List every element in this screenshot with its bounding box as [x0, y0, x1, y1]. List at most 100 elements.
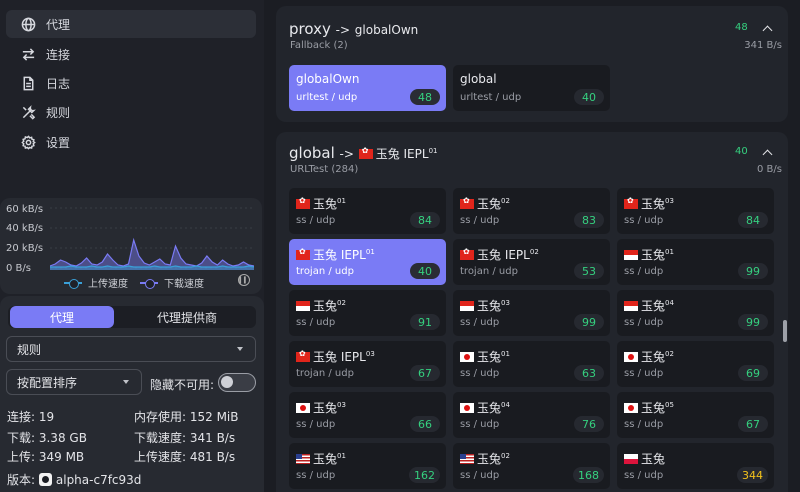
group-title[interactable]: proxy -> globalOwn	[289, 20, 418, 38]
group-speed: 0 B/s	[757, 164, 782, 175]
proxy-name-text: 玉兔	[477, 452, 502, 466]
proxy-name-sup: 01	[337, 452, 346, 460]
proxy-name: 玉兔	[624, 450, 665, 467]
proxy-card[interactable]: 玉兔03 ss / udp 66	[289, 392, 446, 438]
pause-icon[interactable]: ▍▍	[238, 274, 250, 286]
latency-badge[interactable]: 63	[574, 365, 604, 381]
latency-badge[interactable]: 99	[738, 263, 768, 279]
traffic-plot	[50, 207, 254, 270]
hide-unavailable-toggle[interactable]	[218, 373, 256, 392]
hide-unavailable-label: 隐藏不可用:	[150, 378, 215, 392]
jp-flag-icon	[460, 403, 474, 413]
mode-select[interactable]: 规则	[6, 336, 256, 362]
proxy-card[interactable]: 玉兔04 ss / udp 99	[617, 290, 774, 336]
latency-badge[interactable]: 84	[410, 212, 440, 228]
nav-item-settings[interactable]: 设置	[6, 128, 256, 156]
y-tick-label: 60 kB/s	[6, 204, 44, 215]
latency-badge[interactable]: 69	[738, 365, 768, 381]
proxy-name-sup: 02	[337, 299, 346, 307]
latency-badge[interactable]: 53	[574, 263, 604, 279]
nav-label: 代理	[46, 17, 71, 32]
stat-download-speed: 下载速度: 341 B/s	[134, 431, 236, 445]
latency-badge[interactable]: 76	[574, 416, 604, 432]
tab-provider[interactable]: 代理提供商	[120, 306, 254, 328]
latency-badge[interactable]: 84	[738, 212, 768, 228]
nav-label: 连接	[46, 47, 71, 62]
proxy-card[interactable]: global urltest / udp 40	[453, 65, 610, 111]
nav-item-rules[interactable]: 规则	[6, 98, 256, 126]
chevron-up-icon[interactable]	[762, 25, 773, 36]
proxy-card[interactable]: 玉兔05 ss / udp 67	[617, 392, 774, 438]
proxy-card[interactable]: 玉兔03 ss / udp 84	[617, 188, 774, 234]
group-title[interactable]: global -> 玉兔 IEPL01	[289, 144, 437, 162]
latency-badge[interactable]: 40	[410, 263, 440, 279]
nav-item-proxy[interactable]: 代理	[6, 10, 256, 38]
proxy-card[interactable]: 玉兔01 ss / udp 63	[453, 341, 610, 387]
latency-badge[interactable]: 67	[738, 416, 768, 432]
arrows-swap-icon	[20, 46, 36, 62]
legend-upload[interactable]: 上传速度	[64, 275, 128, 290]
proxy-name-text: 玉兔	[477, 197, 502, 211]
group-arrow: ->	[339, 147, 354, 161]
proxy-card[interactable]: 玉兔02 ss / udp 69	[617, 341, 774, 387]
proxy-type: ss / udp	[296, 317, 336, 328]
proxy-card[interactable]: 玉兔02 ss / udp 168	[453, 443, 610, 489]
latency-badge[interactable]: 66	[410, 416, 440, 432]
legend-download[interactable]: 下载速度	[140, 275, 204, 290]
latency-badge[interactable]: 99	[574, 314, 604, 330]
group-name: proxy	[289, 20, 331, 38]
proxy-name-sup: 03	[665, 197, 674, 205]
group-latency[interactable]: 40	[735, 146, 748, 157]
version-value[interactable]: alpha-c7fc93d	[56, 473, 142, 487]
chevron-up-icon[interactable]	[762, 149, 773, 160]
nav-label: 规则	[46, 105, 71, 120]
nav-item-connections[interactable]: 连接	[6, 40, 256, 68]
proxy-name: 玉兔03	[624, 195, 674, 212]
latency-badge[interactable]: 67	[410, 365, 440, 381]
chevron-down-icon	[123, 380, 129, 384]
group-latency[interactable]: 48	[735, 22, 748, 33]
stat-upload-total: 上传: 349 MB	[7, 450, 85, 464]
sort-select[interactable]: 按配置排序	[6, 369, 142, 395]
proxy-card[interactable]: globalOwn urltest / udp 48	[289, 65, 446, 111]
proxy-card[interactable]: 玉兔01 ss / udp 99	[617, 239, 774, 285]
proxy-card[interactable]: 玉兔03 ss / udp 99	[453, 290, 610, 336]
group-subtitle: Fallback (2)	[290, 40, 348, 51]
proxy-card[interactable]: 玉兔 IEPL02 trojan / udp 53	[453, 239, 610, 285]
latency-badge[interactable]: 40	[574, 89, 604, 105]
proxy-name: 玉兔01	[296, 195, 346, 212]
proxy-name: 玉兔 IEPL03	[296, 348, 375, 365]
latency-badge[interactable]: 168	[573, 467, 604, 483]
group-speed: 341 B/s	[744, 40, 782, 51]
group-now-name: 玉兔 IEPL	[375, 147, 429, 161]
toggle-knob	[221, 376, 233, 388]
proxy-name-sup: 01	[665, 248, 674, 256]
proxy-name-text: 玉兔	[313, 299, 338, 313]
latency-badge[interactable]: 83	[574, 212, 604, 228]
latency-badge[interactable]: 91	[410, 314, 440, 330]
proxy-card[interactable]: 玉兔 IEPL03 trojan / udp 67	[289, 341, 446, 387]
github-icon[interactable]	[38, 473, 52, 486]
latency-badge[interactable]: 48	[410, 89, 440, 105]
proxy-name-sup: 05	[665, 401, 674, 409]
tab-proxy[interactable]: 代理	[10, 306, 114, 328]
proxy-card[interactable]: 玉兔01 ss / udp 84	[289, 188, 446, 234]
stat-connections: 连接: 19	[7, 410, 55, 424]
proxy-card[interactable]: 玉兔02 ss / udp 83	[453, 188, 610, 234]
latency-badge[interactable]: 99	[738, 314, 768, 330]
proxy-card[interactable]: 玉兔04 ss / udp 76	[453, 392, 610, 438]
sg-flag-icon	[624, 250, 638, 260]
proxy-type: ss / udp	[460, 215, 500, 226]
proxy-card[interactable]: 玉兔01 ss / udp 162	[289, 443, 446, 489]
nav-item-logs[interactable]: 日志	[6, 69, 256, 97]
latency-badge[interactable]: 344	[737, 467, 768, 483]
proxy-name-sup: 02	[665, 350, 674, 358]
proxy-card[interactable]: 玉兔 ss / udp 344	[617, 443, 774, 489]
hk-flag-icon	[460, 196, 474, 209]
group-now-sup: 01	[428, 147, 438, 155]
hk-flag-icon	[358, 146, 373, 159]
proxy-card[interactable]: 玉兔 IEPL01 trojan / udp 40	[289, 239, 446, 285]
proxy-card[interactable]: 玉兔02 ss / udp 91	[289, 290, 446, 336]
scrollbar[interactable]	[783, 320, 787, 342]
latency-badge[interactable]: 162	[409, 467, 440, 483]
